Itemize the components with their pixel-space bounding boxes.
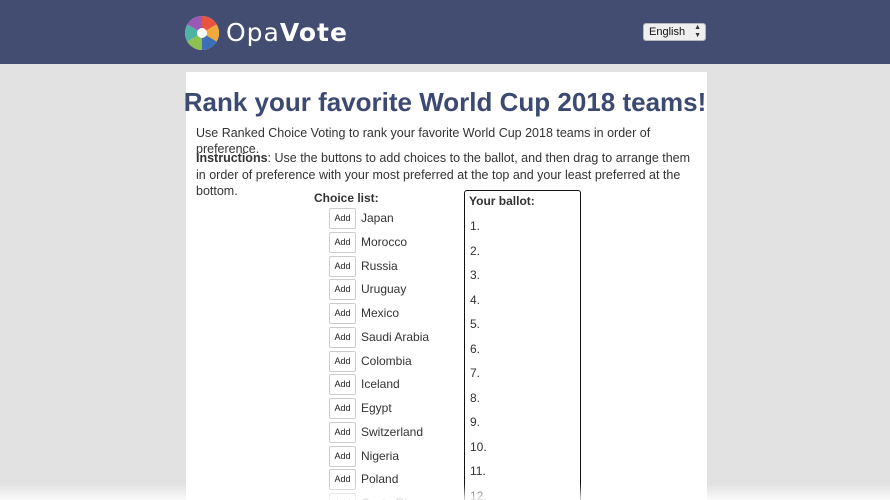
add-choice-button[interactable]: Add <box>329 208 356 229</box>
add-choice-button[interactable]: Add <box>329 374 356 396</box>
ballot-slot[interactable]: 2. <box>470 244 480 259</box>
page-title: Rank your favorite World Cup 2018 teams! <box>183 87 707 117</box>
add-choice-button[interactable]: Add <box>329 421 356 443</box>
pinwheel-logo-icon <box>185 16 219 50</box>
choice-label: Nigeria <box>361 448 400 463</box>
choice-label: Japan <box>361 211 394 225</box>
add-choice-button[interactable]: Add <box>329 350 356 372</box>
top-navbar: OpaVote English ▲ ▼ <box>0 0 890 64</box>
choice-label: Morocco <box>361 234 408 249</box>
opavote-logo[interactable]: OpaVote <box>184 13 348 53</box>
choice-label: Mexico <box>361 306 400 320</box>
logo-text-suffix: Vote <box>279 18 348 47</box>
choice-label: Switzerland <box>361 424 424 439</box>
add-choice-button[interactable]: Add <box>329 445 356 467</box>
ballot-slot[interactable]: 7. <box>470 366 480 381</box>
add-choice-button[interactable]: Add <box>329 231 356 253</box>
bottom-fade <box>0 484 890 500</box>
ballot-slot[interactable]: 4. <box>470 293 480 308</box>
choice-list-heading: Choice list: <box>314 191 379 205</box>
add-choice-button[interactable]: Add <box>329 326 356 348</box>
ballot-slot[interactable]: 6. <box>470 342 480 357</box>
logo-text-prefix: Opa <box>226 18 280 47</box>
language-select-value: English <box>649 26 686 38</box>
add-choice-button[interactable]: Add <box>329 279 356 301</box>
ballot-box[interactable]: Your ballot: 1.2.3.4.5.6.7.8.9.10.11.12. <box>464 190 581 500</box>
ballot-slot[interactable]: 10. <box>470 440 487 455</box>
add-choice-button[interactable]: Add <box>329 303 356 324</box>
ballot-slot[interactable]: 5. <box>470 317 480 332</box>
logo-wordmark: OpaVote <box>226 13 348 53</box>
choice-label: Egypt <box>361 401 392 415</box>
choice-item: Add Iceland <box>329 374 479 396</box>
instructions-body: : Use the buttons to add choices to the … <box>196 151 691 198</box>
choice-item: Add Mexico <box>329 303 479 325</box>
ballot-slot[interactable]: 8. <box>470 391 480 406</box>
choice-label: Saudi Arabia <box>361 329 430 344</box>
choice-label: Russia <box>361 258 398 273</box>
add-choice-button[interactable]: Add <box>329 255 356 277</box>
instructions-label: Instructions <box>196 151 268 165</box>
instructions-text: Instructions: Use the buttons to add cho… <box>196 150 700 200</box>
ballot-slot[interactable]: 1. <box>470 219 480 234</box>
choice-label: Colombia <box>361 353 412 368</box>
choice-label: Uruguay <box>361 282 407 297</box>
choice-item: Add Morocco <box>329 231 479 254</box>
choice-item: Add Egypt <box>329 398 479 420</box>
choice-item: Add Russia <box>329 255 479 278</box>
choice-item: Add Uruguay <box>329 279 479 301</box>
select-arrows-icon: ▲ ▼ <box>694 24 701 39</box>
choice-item: Add Nigeria <box>329 445 479 468</box>
ballot-slot[interactable]: 9. <box>470 415 480 430</box>
ballot-slot[interactable]: 11. <box>470 464 486 479</box>
choice-label: Iceland <box>361 377 400 392</box>
add-choice-button[interactable]: Add <box>329 398 356 419</box>
language-select[interactable]: English ▲ ▼ <box>643 23 706 41</box>
choice-item: Add Japan <box>329 208 479 230</box>
choice-item: Add Colombia <box>329 350 479 373</box>
ballot-heading: Your ballot: <box>469 194 535 208</box>
choice-item: Add Saudi Arabia <box>329 326 479 349</box>
choice-item: Add Switzerland <box>329 421 479 444</box>
ballot-slot[interactable]: 3. <box>470 268 480 283</box>
